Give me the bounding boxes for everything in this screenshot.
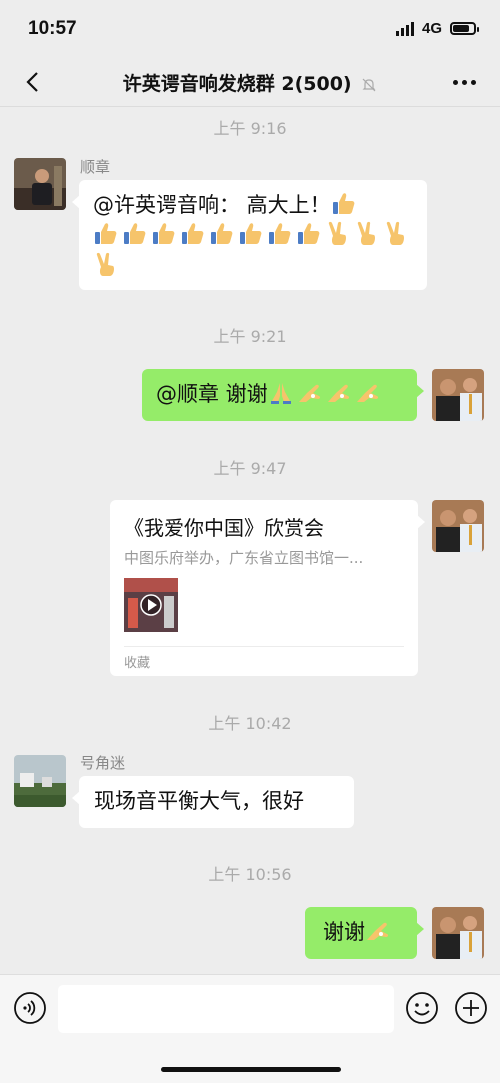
battery-icon [450, 22, 479, 35]
message-bubble-outgoing[interactable]: @顺章 谢谢 [142, 369, 424, 421]
timestamp: 上午 9:16 [213, 119, 287, 138]
thumbs-up-icon [209, 221, 235, 247]
battery-fill [453, 25, 469, 32]
signal-icon [395, 21, 414, 36]
thumbs-up-icon [180, 221, 206, 247]
card-description: 中图乐府举办，广东省立图书馆一... [124, 549, 364, 567]
message-bubble-outgoing[interactable]: 谢谢 [305, 907, 424, 959]
message-bubble-incoming[interactable]: 现场音平衡大气，很好 [72, 776, 354, 828]
thumbs-up-icon [267, 221, 293, 247]
chat-title: 许英谔音响发烧群 2(500) [90, 69, 410, 96]
home-indicator [161, 1067, 341, 1072]
thumbs-up-icon [93, 221, 119, 247]
chevron-left-icon [26, 72, 38, 92]
sender-name: 号角迷 [80, 754, 126, 772]
card-source: 收藏 [124, 656, 151, 671]
ok-hand-icon [297, 380, 323, 406]
voice-button[interactable] [13, 991, 47, 1025]
card-divider [124, 646, 404, 647]
voice-icon [14, 992, 46, 1024]
victory-hand-icon [325, 221, 351, 247]
ok-hand-icon [326, 380, 352, 406]
ok-hand-icon [365, 918, 391, 944]
avatar-shunzhang[interactable] [14, 158, 66, 210]
timestamp: 上午 10:42 [208, 714, 292, 733]
chat-title-text: 许英谔音响发烧群 2(500) [122, 73, 352, 95]
thumbs-up-icon [151, 221, 177, 247]
folded-hands-icon [268, 380, 294, 406]
status-right: 4G [395, 20, 479, 37]
message-text: @顺章 谢谢 [156, 382, 268, 406]
card-title: 《我爱你中国》欣赏会 [124, 516, 324, 540]
timestamp: 上午 9:47 [213, 459, 287, 478]
avatar-self[interactable] [432, 907, 484, 959]
timestamp: 上午 9:21 [213, 327, 287, 346]
victory-hand-icon [93, 252, 119, 278]
plus-icon [455, 992, 487, 1024]
thumbs-up-icon [331, 191, 357, 217]
message-text: @许英谔音响： 高大上！ [93, 193, 331, 217]
input-bar [0, 974, 500, 1083]
avatar-self[interactable] [432, 369, 484, 421]
back-button[interactable] [14, 66, 50, 98]
nav-bar: 许英谔音响发烧群 2(500) [0, 58, 500, 107]
thumbs-up-icon [296, 221, 322, 247]
victory-hand-icon [354, 221, 380, 247]
message-bubble-incoming[interactable]: @许英谔音响： 高大上！ [72, 180, 427, 290]
avatar-haojiaomi[interactable] [14, 755, 66, 807]
thumbs-up-icon [238, 221, 264, 247]
message-text: 谢谢 [323, 920, 365, 944]
message-text: 现场音平衡大气，很好 [94, 789, 304, 813]
mute-bell-icon [362, 78, 376, 91]
sender-name: 顺章 [80, 158, 111, 176]
message-input[interactable] [58, 985, 394, 1033]
status-bar: 10:57 4G [0, 0, 500, 58]
network-label: 4G [421, 20, 442, 37]
emoji-button[interactable] [405, 991, 439, 1025]
emoji-icon [406, 992, 438, 1024]
victory-hand-icon [383, 221, 409, 247]
ok-hand-icon [355, 380, 381, 406]
more-functions-button[interactable] [454, 991, 488, 1025]
favorite-card[interactable]: 《我爱你中国》欣赏会 中图乐府举办，广东省立图书馆一... 收藏 [110, 500, 425, 676]
video-thumbnail[interactable] [124, 578, 178, 632]
more-button[interactable] [444, 66, 484, 98]
avatar-self[interactable] [432, 500, 484, 552]
timestamp: 上午 10:56 [208, 865, 292, 884]
thumbs-up-icon [122, 221, 148, 247]
status-time: 10:57 [28, 18, 77, 39]
